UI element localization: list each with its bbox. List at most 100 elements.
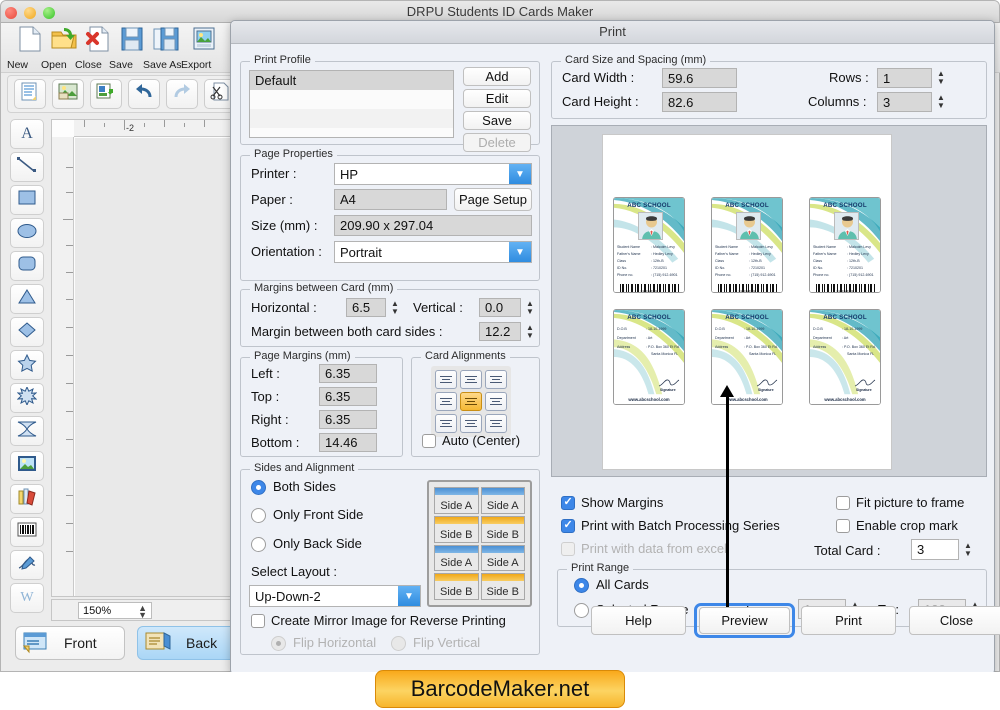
chevron-down-icon[interactable]: ▼ <box>509 242 531 262</box>
zoom-stepper[interactable]: ▲ ▼ <box>138 604 147 620</box>
sides-and-alignment-group: Sides and Alignment Both Sides Only Fron… <box>240 462 540 655</box>
excel-data-checkbox <box>561 542 575 556</box>
edit-profile-button[interactable]: Edit <box>463 89 531 108</box>
library-tool-button[interactable] <box>10 484 44 514</box>
undo-button[interactable] <box>128 79 160 109</box>
new-card-button[interactable] <box>14 79 46 109</box>
top-margin-input[interactable]: 6.35 <box>319 387 377 406</box>
rows-stepper[interactable]: ▲ ▼ <box>934 68 948 88</box>
align-bottom-left-button[interactable] <box>435 414 457 433</box>
columns-input[interactable]: 3 <box>877 92 932 112</box>
printer-value: HP <box>340 166 359 182</box>
vertical-margin-input[interactable]: 0.0 <box>479 298 521 317</box>
select-layout-combo[interactable]: Up-Down-2 ▼ <box>249 585 421 607</box>
delete-profile-button: Delete <box>463 133 531 152</box>
printer-select[interactable]: HP ▼ <box>334 163 532 185</box>
ellipse-tool-icon <box>16 223 38 244</box>
text-tool-button[interactable]: A <box>10 119 44 149</box>
right-margin-input[interactable]: 6.35 <box>319 410 377 429</box>
both-card-sides-margin-stepper[interactable]: ▲ ▼ <box>523 322 537 341</box>
only-back-side-radio[interactable] <box>251 537 266 552</box>
print-button[interactable]: Print <box>801 606 896 635</box>
batch-processing-checkbox[interactable] <box>561 518 575 533</box>
signature-tool-button[interactable] <box>10 550 44 580</box>
layout-cell: Side B <box>434 515 479 543</box>
mirror-image-checkbox[interactable] <box>251 614 265 628</box>
chevron-down-icon[interactable]: ▼ <box>509 164 531 184</box>
print-profile-list[interactable]: Default <box>249 70 454 138</box>
chevron-down-icon[interactable]: ▼ <box>398 586 420 606</box>
image-card-button[interactable] <box>52 79 84 109</box>
card-barcode <box>619 280 681 292</box>
bottom-margin-input[interactable]: 14.46 <box>319 433 377 452</box>
picture-tool-button[interactable] <box>10 451 44 481</box>
align-bottom-center-button[interactable] <box>460 414 482 433</box>
card-width-input[interactable]: 59.6 <box>662 68 737 88</box>
only-front-side-radio[interactable] <box>251 508 266 523</box>
card-field-value: : Hedley Levy <box>651 252 673 256</box>
card-field-label: Address <box>617 345 631 349</box>
card-alignment-grid[interactable] <box>431 366 511 437</box>
print-preview-pane[interactable]: ABC SCHOOL Student Name : Malcolm Levy F… <box>551 125 987 477</box>
add-profile-button[interactable]: Add <box>463 67 531 86</box>
crop-mark-checkbox[interactable] <box>836 519 850 533</box>
layout-cell: Side B <box>480 515 525 543</box>
barcode-tool-button[interactable] <box>10 517 44 547</box>
card-field-value: : 12th-B <box>847 259 860 263</box>
total-card-stepper[interactable]: ▲ ▼ <box>961 539 975 560</box>
zoom-level-input[interactable]: 150% ▲ ▼ <box>78 602 152 620</box>
columns-stepper[interactable]: ▲ ▼ <box>934 92 948 112</box>
sidebar-item-front[interactable]: Front <box>15 626 125 660</box>
card-field-label: Address <box>813 345 827 349</box>
horizontal-margin-stepper[interactable]: ▲ ▼ <box>388 298 402 317</box>
both-card-sides-margin-input[interactable]: 12.2 <box>479 322 521 341</box>
auto-center-checkbox[interactable] <box>422 434 436 448</box>
four-point-star-tool-button[interactable] <box>10 416 44 446</box>
align-top-right-button[interactable] <box>485 370 507 389</box>
burst-tool-button[interactable] <box>10 383 44 413</box>
rows-input[interactable]: 1 <box>877 68 932 88</box>
back-tab-label: Back <box>186 635 218 651</box>
align-middle-left-button[interactable] <box>435 392 457 411</box>
align-middle-right-button[interactable] <box>485 392 507 411</box>
toolbar-button-export[interactable]: Export <box>181 25 227 71</box>
watermark-tool-button[interactable]: W <box>10 583 44 613</box>
show-margins-checkbox[interactable] <box>561 495 575 510</box>
list-item[interactable]: Default <box>250 71 453 90</box>
rounded-rect-tool-button[interactable] <box>10 251 44 281</box>
save-profile-button[interactable]: Save <box>463 111 531 130</box>
orientation-select[interactable]: Portrait ▼ <box>334 241 532 263</box>
card-height-input[interactable]: 82.6 <box>662 92 737 112</box>
triangle-tool-button[interactable] <box>10 284 44 314</box>
auto-center-label: Auto (Center) <box>442 433 521 448</box>
selected-range-radio[interactable] <box>574 603 589 618</box>
align-bottom-right-button[interactable] <box>485 414 507 433</box>
rectangle-tool-button[interactable] <box>10 185 44 215</box>
page-setup-button[interactable]: Page Setup <box>454 188 532 211</box>
vertical-margin-stepper[interactable]: ▲ ▼ <box>523 298 537 317</box>
ellipse-tool-button[interactable] <box>10 218 44 248</box>
batch-export-button[interactable] <box>90 79 122 109</box>
total-card-input[interactable]: 3 <box>911 539 959 560</box>
all-cards-radio[interactable] <box>574 578 589 593</box>
both-sides-radio[interactable] <box>251 480 266 495</box>
align-top-center-button[interactable] <box>460 370 482 389</box>
help-button[interactable]: Help <box>591 606 686 635</box>
fit-picture-checkbox[interactable] <box>836 496 850 510</box>
horizontal-margin-input[interactable]: 6.5 <box>346 298 386 317</box>
card-field-value: : 7210201 <box>847 266 863 270</box>
close-button[interactable]: Close <box>909 606 1000 635</box>
diamond-tool-button[interactable] <box>10 317 44 347</box>
line-tool-button[interactable] <box>10 152 44 182</box>
layout-cell-label: Side B <box>440 586 473 598</box>
zoom-level-value: 150% <box>83 604 112 617</box>
design-canvas[interactable]: -2 <box>51 119 237 597</box>
star-tool-button[interactable] <box>10 350 44 380</box>
left-margin-input[interactable]: 6.35 <box>319 364 377 383</box>
layout-cell: Side A <box>480 544 525 572</box>
align-top-left-button[interactable] <box>435 370 457 389</box>
card-design-sheet[interactable] <box>75 138 236 596</box>
align-middle-center-button[interactable] <box>460 392 482 411</box>
preview-button[interactable]: Preview <box>699 607 790 634</box>
redo-button[interactable] <box>166 79 198 109</box>
